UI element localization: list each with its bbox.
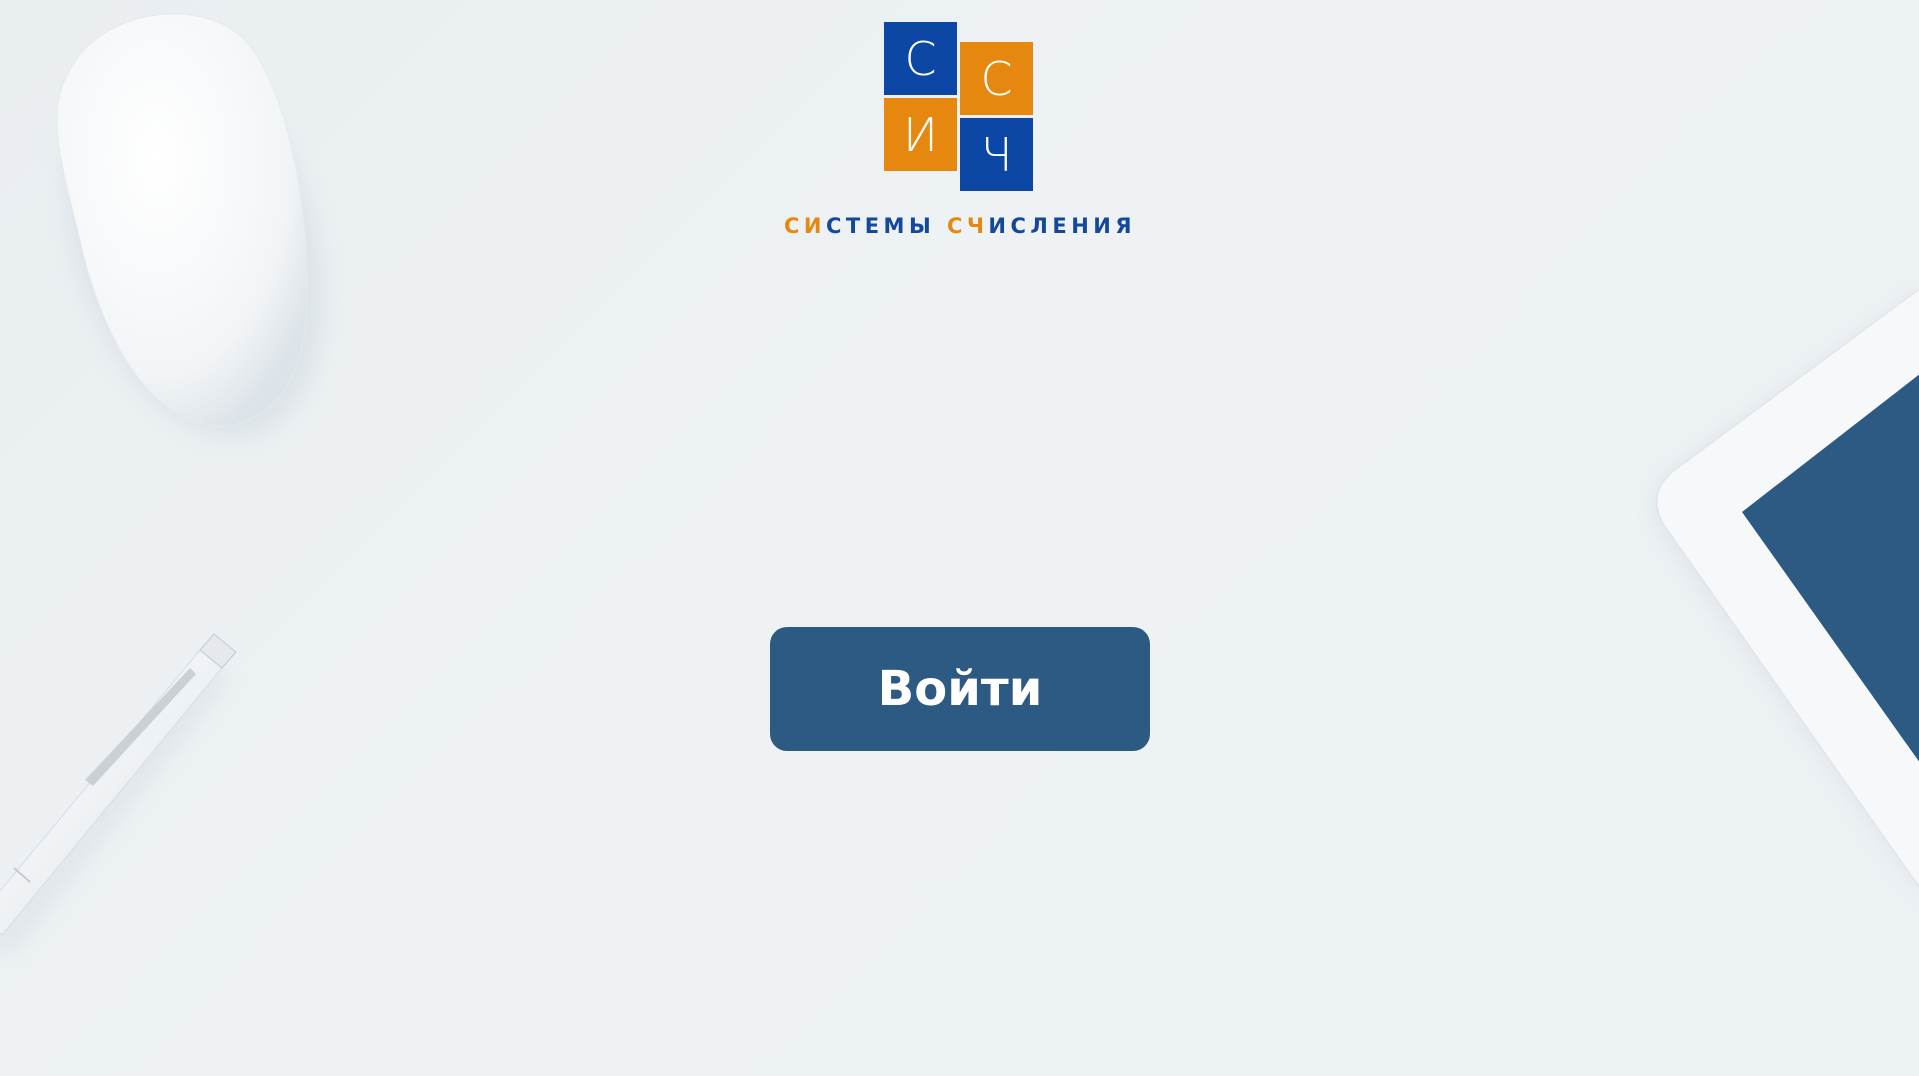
logo-caption-part: ИСЛЕНИЯ: [988, 214, 1137, 238]
logo-caption-part: СИ: [783, 214, 826, 238]
pen-icon: [0, 633, 237, 955]
logo-tile-c1: С: [884, 22, 957, 95]
login-button[interactable]: Войти: [770, 627, 1150, 751]
tablet-icon: [1651, 288, 1919, 892]
logo-tile-c2: С: [960, 42, 1033, 115]
logo-caption: СИСТЕМЫ СЧИСЛЕНИЯ: [760, 214, 1160, 238]
logo-tile-ch: Ч: [960, 118, 1033, 191]
mouse-icon: [56, 13, 325, 440]
logo: С С И Ч СИСТЕМЫ СЧИСЛЕНИЯ: [760, 20, 1160, 245]
logo-caption-part: СЧ: [947, 214, 989, 238]
logo-tile-i: И: [884, 98, 957, 171]
logo-caption-part: СТЕМЫ: [825, 214, 948, 238]
